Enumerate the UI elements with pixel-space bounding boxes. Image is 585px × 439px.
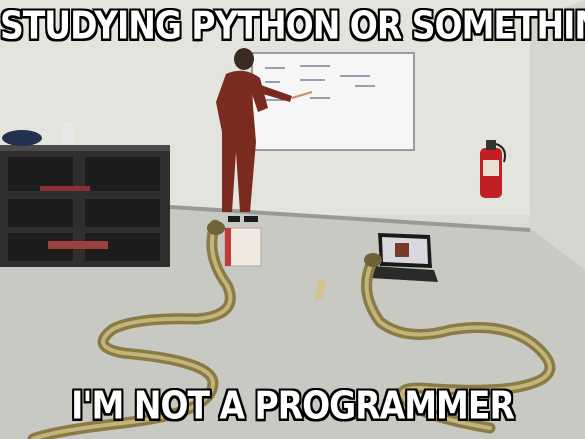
whiteboard <box>251 52 415 151</box>
classroom-photo <box>0 0 585 439</box>
bottom-caption: I'M NOT A PROGRAMMER <box>71 383 515 428</box>
top-caption: STUDYING PYTHON OR SOMETHING <box>0 3 585 48</box>
meme-image: STUDYING PYTHON OR SOMETHING I'M NOT A P… <box>0 0 585 439</box>
book-stack <box>224 227 262 267</box>
